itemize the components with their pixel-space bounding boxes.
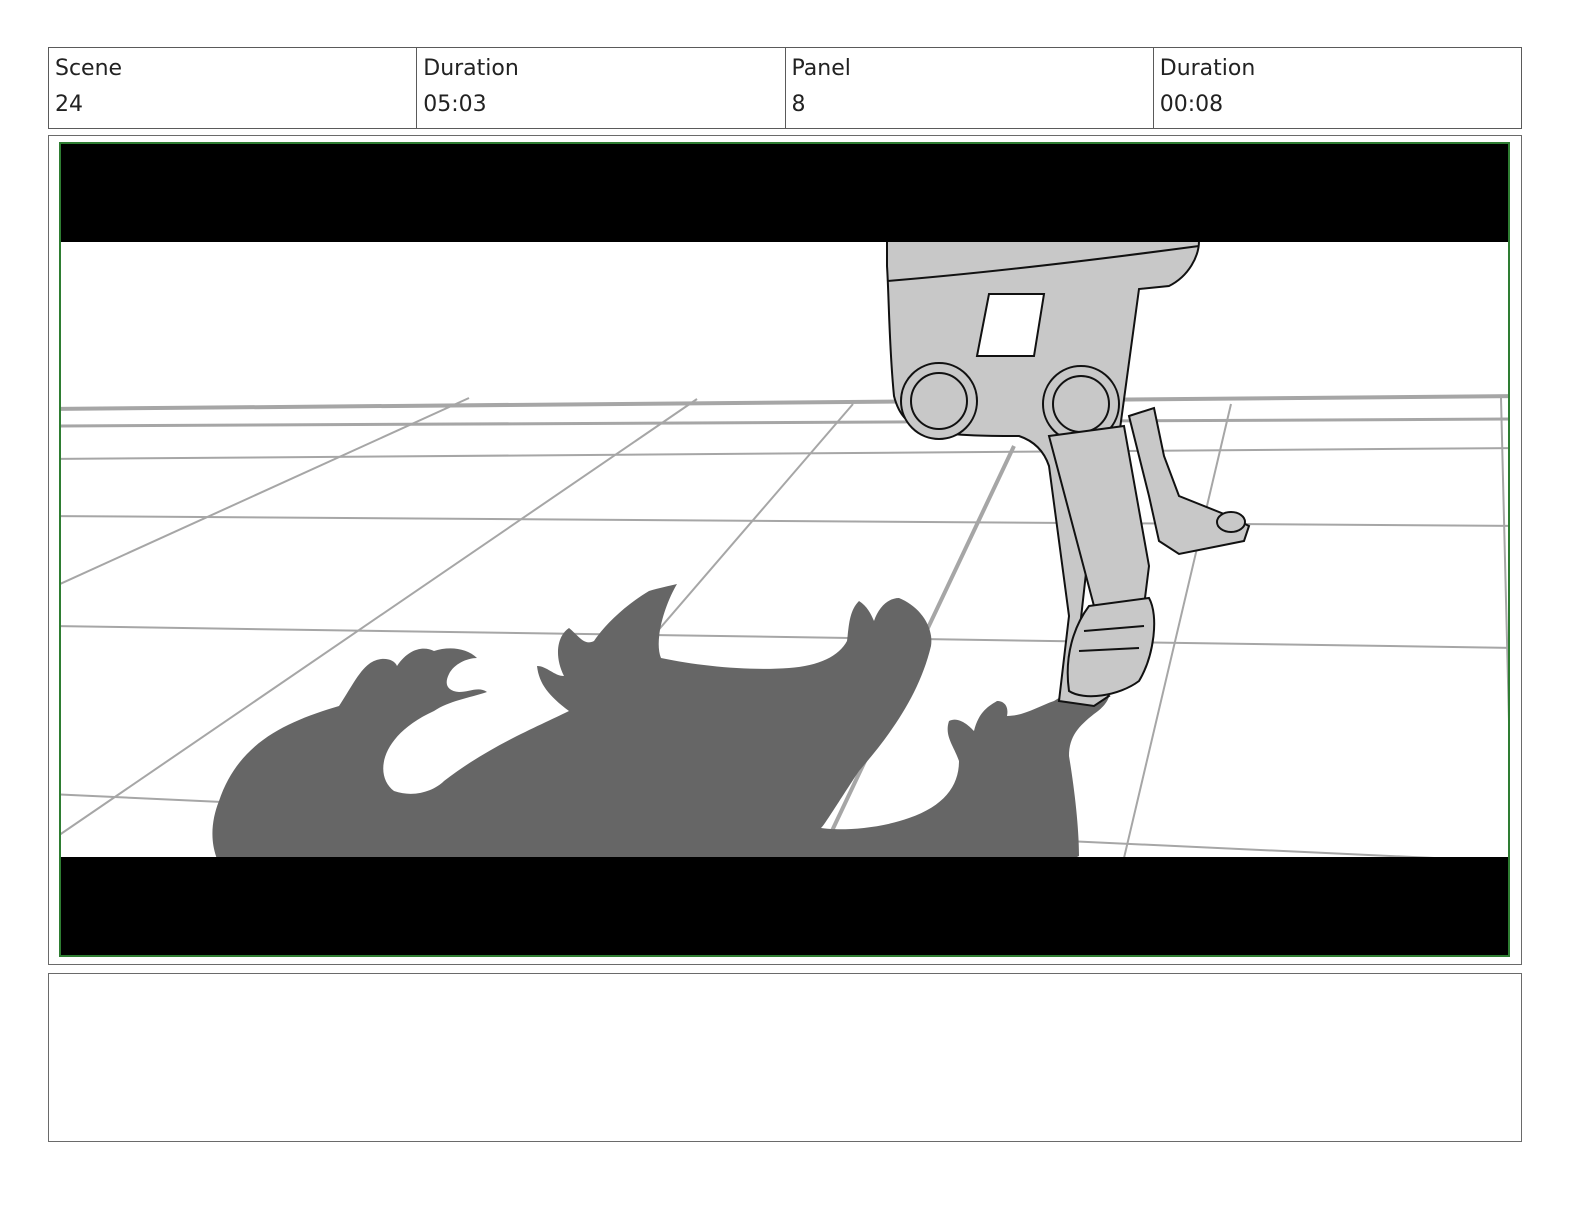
panel-duration-value: 00:08 bbox=[1159, 92, 1224, 117]
scene-number: 24 bbox=[55, 92, 83, 117]
scene-duration-label: Duration bbox=[423, 56, 519, 81]
scene-duration-value: 05:03 bbox=[423, 92, 487, 117]
scene-cell: Scene 24 bbox=[49, 48, 418, 128]
panel-notes-text bbox=[49, 974, 1521, 994]
panel-duration-label: Duration bbox=[1159, 56, 1256, 81]
scene-duration-cell: Duration 05:03 bbox=[417, 48, 786, 128]
panel-label: Panel bbox=[791, 56, 851, 81]
panel-notes-box bbox=[48, 973, 1522, 1142]
panel-number: 8 bbox=[791, 92, 806, 117]
storyboard-panel-image bbox=[59, 142, 1510, 957]
scene-label: Scene bbox=[55, 56, 123, 81]
letterbox-top bbox=[60, 143, 1509, 242]
panel-header-table: Scene 24 Duration 05:03 Panel 8 Duration… bbox=[48, 47, 1522, 129]
panel-cell: Panel 8 bbox=[786, 48, 1154, 128]
letterbox-bottom bbox=[60, 857, 1509, 956]
panel-duration-cell: Duration 00:08 bbox=[1154, 48, 1521, 128]
storyboard-frame bbox=[48, 135, 1522, 965]
